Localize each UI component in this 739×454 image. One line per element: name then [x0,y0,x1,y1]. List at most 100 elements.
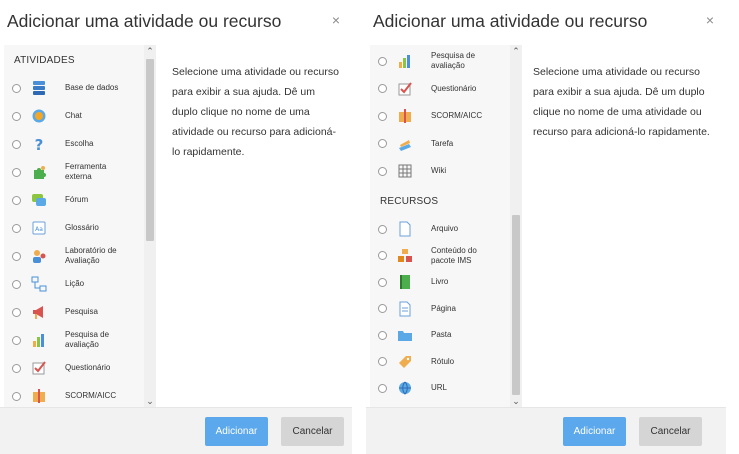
option-radio[interactable] [12,195,21,205]
option-row[interactable]: Rótulo [370,349,510,375]
option-row[interactable]: Laboratório de Avaliação [4,243,144,269]
page-icon [397,301,413,317]
option-radio[interactable] [378,330,387,340]
option-label: Página [431,303,456,313]
option-radio[interactable] [378,304,387,313]
list-scrollbar[interactable]: ⌃ ⌄ [510,45,522,407]
option-radio[interactable] [12,307,21,317]
close-icon[interactable]: × [332,12,340,28]
option-radio[interactable] [378,251,387,260]
option-label: Base de dados [65,83,119,92]
option-row[interactable]: Wiki [370,158,510,184]
scroll-up-icon[interactable]: ⌃ [510,46,522,56]
option-row[interactable]: Questionário [370,76,510,102]
option-row[interactable]: Livro [370,269,510,295]
ims-package-icon [397,248,413,264]
option-radio[interactable] [12,139,21,149]
option-radio[interactable] [378,56,387,66]
option-label: Chat [65,111,82,120]
option-radio[interactable] [378,84,387,93]
option-radio[interactable] [378,224,387,234]
dialog-header: Adicionar uma atividade ou recurso × [0,0,352,44]
option-row[interactable]: Glossário [4,215,144,241]
database-icon [31,80,47,96]
forum-icon [31,192,47,208]
option-row[interactable]: Ferramenta externa [4,159,144,185]
option-label: URL [431,383,448,392]
option-label: Conteúdo do pacote IMS [431,245,477,265]
feedback-chart-icon [397,53,413,69]
option-row[interactable]: Pesquisa [4,299,144,325]
list-scrollbar[interactable]: ⌃ ⌄ [144,45,156,407]
option-row[interactable]: URL [370,375,510,401]
option-row[interactable]: Lição [4,271,144,297]
option-row[interactable]: Escolha [4,131,144,157]
option-row[interactable]: Questionário [4,355,144,381]
option-radio[interactable] [378,166,387,176]
lesson-icon [31,276,47,292]
scroll-down-icon[interactable]: ⌄ [144,396,156,406]
option-row[interactable]: Pesquisa de avaliação [370,48,510,74]
option-row[interactable]: Pesquisa de avaliação [4,327,144,353]
puzzle-icon [31,164,47,180]
option-row[interactable]: Tarefa [370,131,510,157]
section-heading-resources: RECURSOS [380,196,439,207]
help-text: Selecione uma atividade ou recurso para … [172,66,339,158]
close-icon[interactable]: × [706,12,714,28]
option-label: Questionário [431,83,477,93]
cancel-button[interactable]: Cancelar [281,417,344,446]
scroll-thumb[interactable] [146,59,154,241]
option-radio[interactable] [378,139,387,148]
question-icon [31,136,47,152]
option-label: Questionário [65,363,111,372]
option-label: Lição [65,279,85,288]
option-row[interactable]: Fórum [4,187,144,213]
add-button[interactable]: Adicionar [563,417,626,446]
option-radio[interactable] [12,223,21,233]
section-heading-activities: ATIVIDADES [14,55,75,66]
scroll-thumb[interactable] [512,215,520,395]
option-radio[interactable] [378,383,387,393]
dialog-footer: Adicionar Cancelar [0,407,352,454]
option-label: Pesquisa de avaliação [431,51,476,70]
megaphone-icon [31,304,47,320]
option-row[interactable]: Página [370,296,510,322]
add-button[interactable]: Adicionar [205,417,268,446]
option-row[interactable]: Base de dados [4,75,144,101]
workshop-icon [31,248,47,264]
help-text: Selecione uma atividade ou recurso para … [533,66,710,138]
option-radio[interactable] [378,111,387,121]
activity-list[interactable]: ATIVIDADES Base de dados Chat Escolha Ferra… [4,45,156,407]
chat-icon [31,108,47,124]
option-radio[interactable] [12,391,21,401]
option-radio[interactable] [12,251,21,261]
option-row[interactable]: SCORM/AICC [370,103,510,129]
option-radio[interactable] [12,335,21,345]
option-radio[interactable] [12,363,21,373]
option-row[interactable]: SCORM/AICC [4,383,144,407]
option-radio[interactable] [12,83,21,93]
scroll-down-icon[interactable]: ⌄ [510,396,522,406]
feedback-chart-icon [31,332,47,348]
dialog-header: Adicionar uma atividade ou recurso × [366,0,726,44]
option-radio[interactable] [12,279,21,289]
dialog-title: Adicionar uma atividade ou recurso [373,11,648,31]
option-row[interactable]: Conteúdo do pacote IMS [370,243,510,269]
option-row[interactable]: Chat [4,103,144,129]
option-label: Glossário [65,223,99,232]
option-radio[interactable] [378,357,387,366]
option-row[interactable]: Pasta [370,322,510,348]
option-row[interactable]: Arquivo [370,216,510,242]
option-label: SCORM/AICC [65,391,117,400]
option-radio[interactable] [12,111,21,121]
option-radio[interactable] [378,277,387,287]
quiz-check-icon [397,81,413,97]
option-label: Rótulo [431,356,455,366]
option-label: Fórum [65,195,89,204]
activity-resource-list[interactable]: RECURSOS Pesquisa de avaliação Questionár… [370,45,522,407]
scroll-up-icon[interactable]: ⌃ [144,46,156,56]
option-radio[interactable] [12,167,21,177]
cancel-button[interactable]: Cancelar [639,417,702,446]
glossary-icon [31,220,47,236]
label-tag-icon [397,354,413,370]
